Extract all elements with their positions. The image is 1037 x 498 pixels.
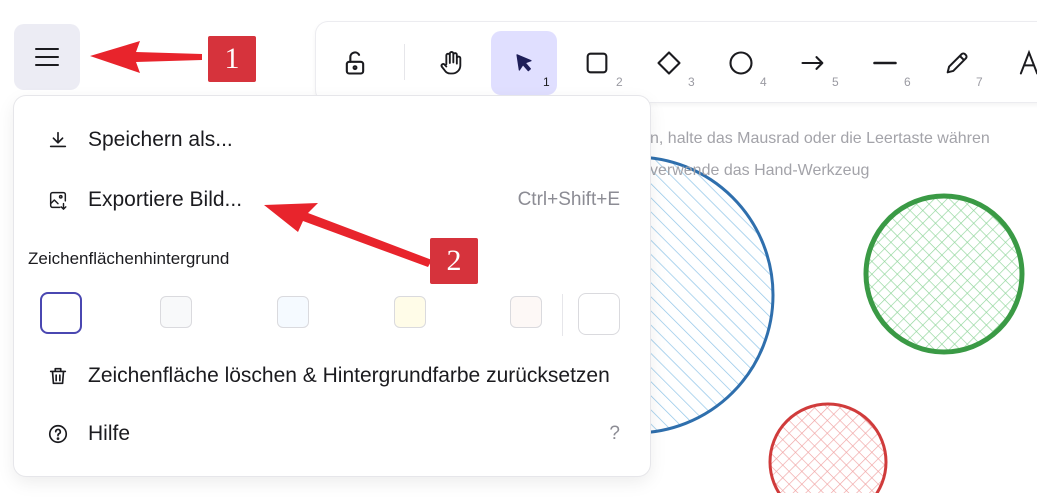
cursor-arrow-icon [516, 54, 532, 72]
main-menu-dropdown: Speichern als... Exportiere Bild... Ctrl… [14, 96, 650, 476]
export-image-icon [49, 191, 67, 210]
annotation-badge-1: 1 [208, 36, 256, 82]
menu-item-save-as[interactable]: Speichern als... [14, 120, 650, 160]
tool-ellipse[interactable]: 4 [708, 31, 774, 95]
tool-draw[interactable]: 7 [924, 31, 990, 95]
hand-icon [440, 51, 462, 75]
annotation-badge-2: 2 [430, 238, 478, 284]
tool-selection-key: 1 [543, 75, 550, 89]
tool-rectangle[interactable]: 2 [564, 31, 630, 95]
canvas-hint-line-2: verwende das Hand-Werkzeug [650, 162, 870, 179]
menu-item-export-image-shortcut: Ctrl+Shift+E [517, 189, 620, 210]
green-circle-shape [863, 193, 1025, 355]
tool-line-key: 6 [904, 75, 911, 89]
background-swatch-light-pink[interactable] [510, 296, 542, 328]
background-swatch-white[interactable] [40, 292, 82, 334]
tool-diamond[interactable]: 3 [636, 31, 702, 95]
swatch-divider [562, 294, 563, 336]
red-circle-shape [768, 402, 888, 498]
menu-item-clear-canvas-label: Zeichenfläche löschen & Hintergrundfarbe… [88, 364, 610, 387]
toolbar-divider [404, 44, 405, 80]
background-swatch-light-yellow[interactable] [394, 296, 426, 328]
download-icon [49, 131, 67, 148]
menu-item-export-image-label: Exportiere Bild... [88, 188, 243, 211]
lock-open-icon [345, 51, 365, 75]
canvas-hint-line-1: n, halte das Mausrad oder die Leertaste … [650, 130, 990, 147]
background-color-picker[interactable] [578, 293, 620, 335]
menu-item-help-shortcut: ? [609, 423, 620, 444]
background-swatch-light-blue[interactable] [277, 296, 309, 328]
menu-item-help[interactable]: Hilfe ? [14, 414, 650, 454]
tool-line[interactable]: 6 [852, 31, 918, 95]
shapes-toolbar: 1 2 3 4 5 6 7 [316, 22, 1037, 102]
tool-arrow-key: 5 [832, 75, 839, 89]
trash-icon [49, 367, 67, 385]
tool-hand[interactable] [418, 31, 484, 95]
menu-item-help-label: Hilfe [88, 422, 131, 445]
tool-draw-key: 7 [976, 75, 983, 89]
menu-item-export-image[interactable]: Exportiere Bild... Ctrl+Shift+E [14, 180, 650, 220]
tool-arrow[interactable]: 5 [780, 31, 846, 95]
hamburger-icon [35, 48, 59, 66]
tool-selection[interactable]: 1 [491, 31, 557, 95]
text-icon [1019, 49, 1037, 75]
help-circle-icon [48, 424, 68, 444]
main-menu-button[interactable] [14, 24, 80, 90]
arrow-right-icon [801, 56, 824, 70]
background-swatch-light-gray[interactable] [160, 296, 192, 328]
pencil-icon [946, 52, 968, 74]
tool-diamond-key: 3 [688, 75, 695, 89]
tool-text[interactable] [996, 31, 1037, 95]
tool-ellipse-key: 4 [760, 75, 767, 89]
tool-rectangle-key: 2 [616, 75, 623, 89]
square-icon [586, 52, 608, 74]
menu-item-clear-canvas[interactable]: Zeichenfläche löschen & Hintergrundfarbe… [14, 356, 650, 396]
diamond-icon [657, 51, 681, 75]
circle-icon [729, 51, 753, 75]
line-icon [873, 61, 897, 65]
menu-item-save-as-label: Speichern als... [88, 128, 233, 151]
tool-lock[interactable] [322, 31, 388, 95]
canvas-background-label: Zeichenflächenhintergrund [28, 249, 230, 268]
